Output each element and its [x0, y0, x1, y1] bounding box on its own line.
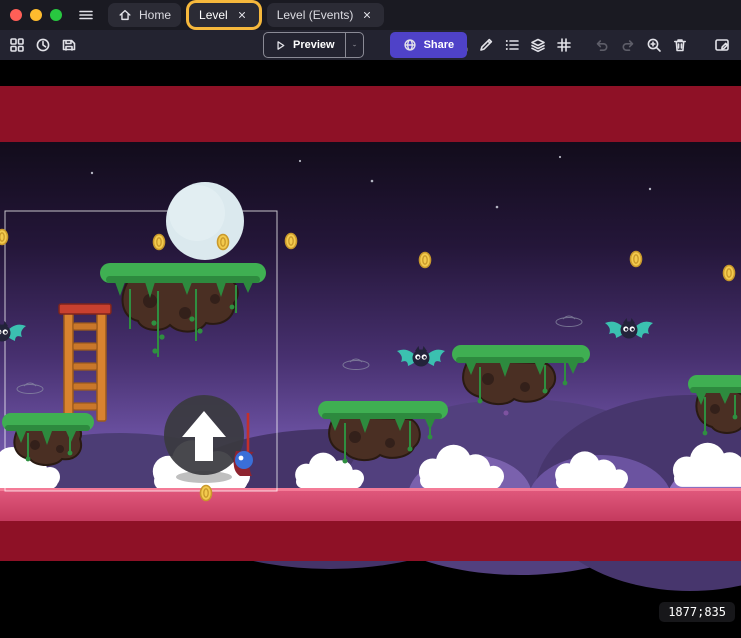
app-window: Home Level Level (Events)	[0, 0, 741, 637]
coin[interactable]	[420, 253, 431, 268]
save-icon[interactable]	[58, 33, 80, 57]
panels-layout-icon[interactable]	[6, 33, 28, 57]
close-tab-icon[interactable]	[360, 8, 374, 22]
zoom-in-icon[interactable]	[643, 33, 665, 57]
cursor-coordinates: 1877;835	[659, 602, 735, 622]
coin[interactable]	[154, 235, 165, 250]
tab-bar: Home Level Level (Events)	[108, 0, 384, 30]
bottom-red-band	[0, 521, 741, 561]
coin[interactable]	[724, 266, 735, 281]
window-controls	[0, 9, 72, 21]
play-icon	[274, 39, 287, 52]
scene-editor-canvas[interactable]: 1877;835	[0, 61, 741, 638]
preview-button[interactable]: Preview	[264, 33, 345, 57]
minimize-window-button[interactable]	[30, 9, 42, 21]
tab-label: Level (Events)	[277, 8, 354, 22]
preview-dropdown-button[interactable]	[345, 33, 363, 57]
moon[interactable]	[166, 182, 244, 260]
coin[interactable]	[286, 234, 297, 249]
grid-icon[interactable]	[553, 33, 575, 57]
editor-panel-icon[interactable]	[711, 33, 733, 57]
titlebar: Home Level Level (Events)	[0, 0, 741, 30]
zoom-window-button[interactable]	[50, 9, 62, 21]
history-icon[interactable]	[32, 33, 54, 57]
tab-home[interactable]: Home	[108, 3, 181, 27]
tab-level[interactable]: Level	[189, 3, 259, 27]
globe-icon	[403, 38, 417, 52]
toolbar-center-group: Preview Share	[263, 30, 467, 60]
preview-label: Preview	[293, 39, 335, 51]
coin[interactable]	[0, 230, 8, 245]
trash-icon[interactable]	[669, 33, 691, 57]
top-red-band	[0, 86, 741, 142]
coin[interactable]	[218, 235, 229, 250]
share-label: Share	[424, 39, 455, 51]
undo-icon[interactable]	[591, 33, 613, 57]
properties-list-icon[interactable]	[501, 33, 523, 57]
toolbar-right-group	[423, 33, 741, 57]
preview-split-button: Preview	[263, 32, 364, 58]
pink-ground-strip	[0, 488, 741, 521]
tab-level-events[interactable]: Level (Events)	[267, 3, 385, 27]
coin[interactable]	[631, 252, 642, 267]
share-button[interactable]: Share	[390, 32, 468, 58]
edit-pencil-icon[interactable]	[475, 33, 497, 57]
close-tab-icon[interactable]	[235, 8, 249, 22]
main-menu-icon[interactable]	[72, 3, 100, 27]
close-window-button[interactable]	[10, 9, 22, 21]
editor-toolbar: Preview Share	[0, 30, 741, 61]
toolbar-left-group	[0, 33, 80, 57]
home-icon	[118, 8, 132, 22]
coin[interactable]	[201, 486, 212, 501]
redo-icon[interactable]	[617, 33, 639, 57]
tab-label: Level	[199, 8, 228, 22]
layers-icon[interactable]	[527, 33, 549, 57]
scene-svg	[0, 61, 741, 638]
tab-label: Home	[139, 8, 171, 22]
